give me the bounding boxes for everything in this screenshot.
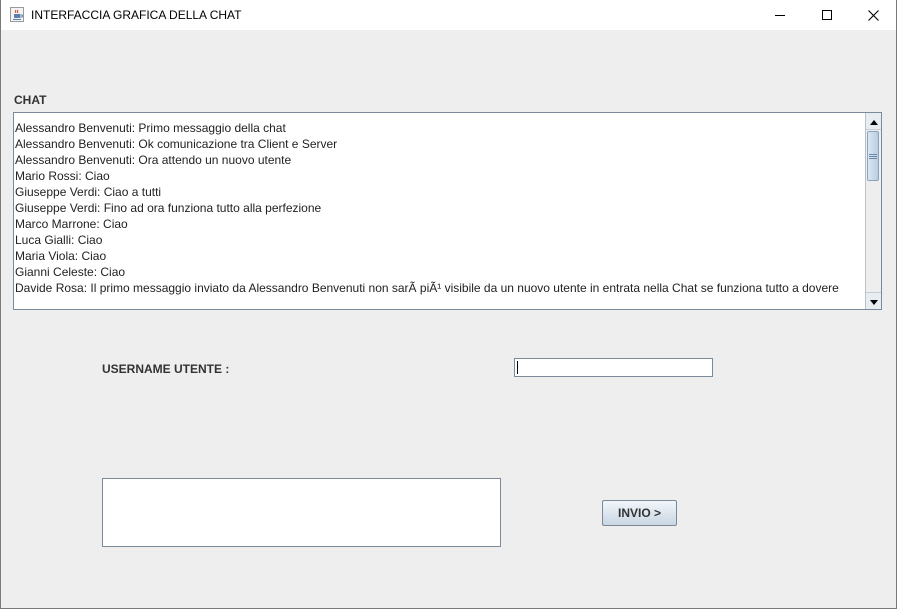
maximize-icon <box>822 10 832 20</box>
grip-icon <box>869 147 877 165</box>
chat-message: Alessandro Benvenuti: Ora attendo un nuo… <box>15 153 292 167</box>
minimize-icon <box>775 10 785 20</box>
scroll-thumb[interactable] <box>867 131 879 181</box>
maximize-button[interactable] <box>804 0 850 30</box>
username-input[interactable] <box>514 358 713 377</box>
message-input[interactable] <box>102 478 501 547</box>
chat-message: Gianni Celeste: Ciao <box>15 265 126 279</box>
chat-message: Alessandro Benvenuti: Primo messaggio de… <box>15 121 286 135</box>
java-cup-icon <box>10 7 24 22</box>
arrow-down-icon <box>869 292 878 310</box>
close-button[interactable] <box>850 0 896 30</box>
scroll-down-button[interactable] <box>866 292 881 309</box>
chat-message: Maria Viola: Ciao <box>15 249 107 263</box>
title-bar[interactable]: INTERFACCIA GRAFICA DELLA CHAT <box>1 0 896 30</box>
arrow-up-icon <box>869 112 878 130</box>
scroll-up-button[interactable] <box>866 113 881 130</box>
chat-message: Marco Marrone: Ciao <box>15 217 128 231</box>
chat-window: INTERFACCIA GRAFICA DELLA CHAT CHAT Ales… <box>0 0 897 609</box>
send-button[interactable]: INVIO > <box>602 500 677 526</box>
chat-message: Mario Rossi: Ciao <box>15 169 110 183</box>
minimize-button[interactable] <box>757 0 803 30</box>
chat-message: Luca Gialli: Ciao <box>15 233 103 247</box>
chat-scrollbar[interactable] <box>865 113 881 309</box>
close-icon <box>867 9 879 21</box>
window-title: INTERFACCIA GRAFICA DELLA CHAT <box>31 8 242 22</box>
chat-label: CHAT <box>14 93 47 107</box>
chat-message: Giuseppe Verdi: Fino ad ora funziona tut… <box>15 201 322 215</box>
chat-message-list: Alessandro Benvenuti: Primo messaggio de… <box>15 120 867 296</box>
text-caret <box>517 361 518 374</box>
chat-history[interactable]: Alessandro Benvenuti: Primo messaggio de… <box>13 112 882 310</box>
chat-message: Giuseppe Verdi: Ciao a tutti <box>15 185 162 199</box>
chat-message: Davide Rosa: Il primo messaggio inviato … <box>15 281 839 295</box>
chat-message: Alessandro Benvenuti: Ok comunicazione t… <box>15 137 338 151</box>
username-label: USERNAME UTENTE : <box>102 362 230 376</box>
